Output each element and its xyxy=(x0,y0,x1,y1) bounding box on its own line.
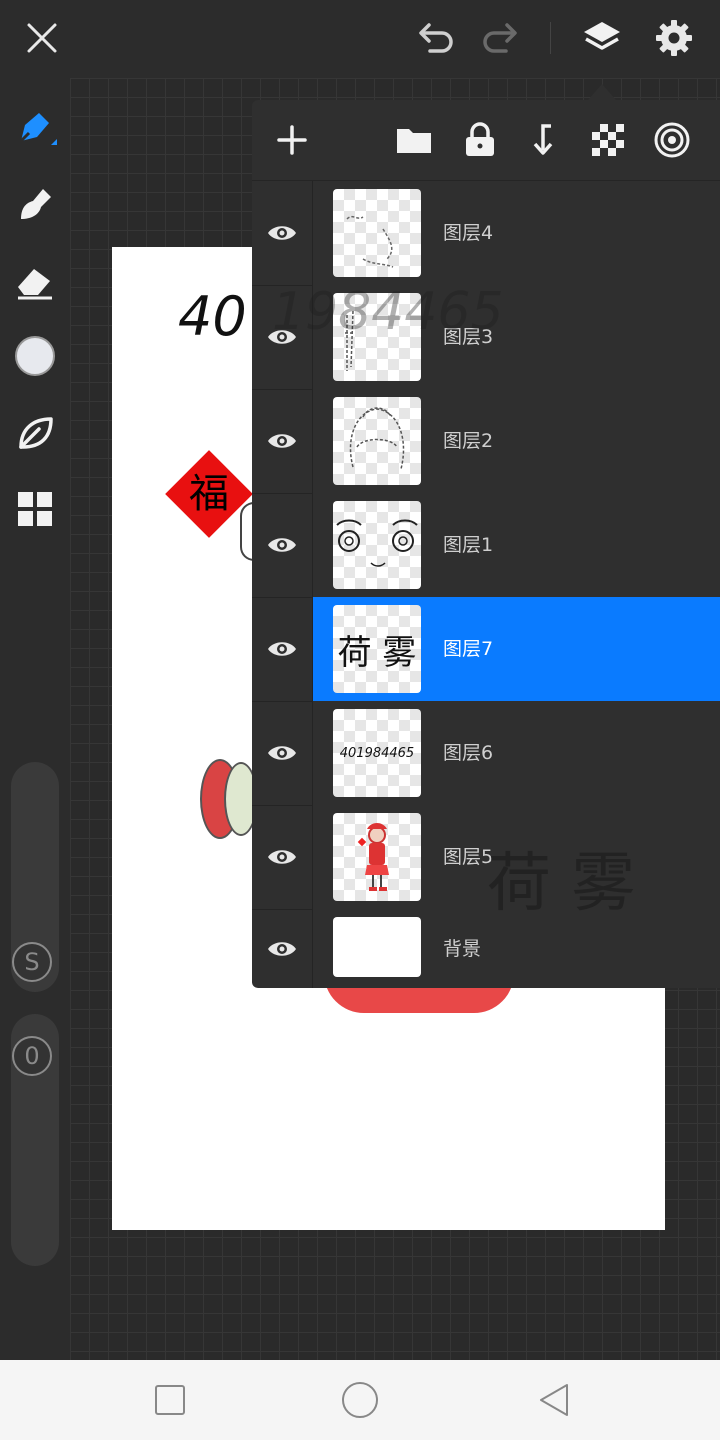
layer-name: 图层1 xyxy=(443,534,494,556)
layer-row[interactable]: 背景 xyxy=(252,909,720,988)
panel-caret xyxy=(588,84,616,100)
layer-thumbnail: 荷 雾 xyxy=(333,605,421,693)
top-bar xyxy=(0,0,720,78)
settings-icon[interactable] xyxy=(650,14,698,62)
layer-thumbnail-text: 401984465 xyxy=(339,745,415,761)
layer-name: 背景 xyxy=(443,938,482,960)
layer-thumbnail xyxy=(333,813,421,901)
eraser-tool-icon[interactable] xyxy=(10,256,60,306)
merge-down-icon[interactable] xyxy=(522,118,566,162)
add-layer-icon[interactable] xyxy=(270,118,314,162)
layer-row[interactable]: 图层5 xyxy=(252,805,720,910)
layer-thumbnail-text: 荷 雾 xyxy=(337,632,417,673)
layer-row[interactable]: 图层2 xyxy=(252,389,720,494)
visibility-eye-icon[interactable] xyxy=(252,909,313,988)
layers-icon[interactable] xyxy=(578,14,626,62)
gallery-grid-icon[interactable] xyxy=(10,484,60,534)
layer-name: 图层7 xyxy=(443,638,494,660)
folder-icon[interactable] xyxy=(392,118,436,162)
smudge-tool-icon[interactable] xyxy=(10,180,60,230)
visibility-eye-icon[interactable] xyxy=(252,389,313,493)
layer-name: 图层2 xyxy=(443,430,494,452)
back-icon[interactable] xyxy=(532,1378,576,1422)
watermark-number: 1984465 xyxy=(272,282,504,342)
layer-thumbnail xyxy=(333,501,421,589)
layer-body[interactable]: 图层2 xyxy=(313,389,720,493)
visibility-eye-icon[interactable] xyxy=(252,701,313,805)
visibility-eye-icon[interactable] xyxy=(252,805,313,909)
layers-panel: 图层4 图层3 图层2 图层1 荷 雾 图层7 401984465 图层6 图层… xyxy=(252,100,720,988)
lock-icon[interactable] xyxy=(458,118,502,162)
fu-character: 福 xyxy=(189,471,229,517)
visibility-eye-icon[interactable] xyxy=(252,493,313,597)
layers-toolbar xyxy=(252,100,720,181)
layer-thumbnail xyxy=(333,189,421,277)
layer-row[interactable]: 401984465 图层6 xyxy=(252,701,720,806)
layer-body[interactable]: 荷 雾 图层7 xyxy=(313,597,720,701)
brush-size-knob[interactable]: S xyxy=(12,942,52,982)
layer-name: 图层5 xyxy=(443,846,494,868)
layer-thumbnail xyxy=(333,917,421,977)
recent-apps-icon[interactable] xyxy=(148,1378,192,1422)
layer-body[interactable]: 图层4 xyxy=(313,181,720,285)
visibility-eye-icon[interactable] xyxy=(252,181,313,285)
layer-row-selected[interactable]: 荷 雾 图层7 xyxy=(252,597,720,702)
layer-blend-icon[interactable] xyxy=(650,118,694,162)
paper-number-text: 40 xyxy=(178,285,247,348)
leaf-brush-icon[interactable] xyxy=(10,408,60,458)
tool-sidebar: S 0 xyxy=(0,78,70,1360)
undo-icon[interactable] xyxy=(414,16,458,60)
brush-opacity-knob[interactable]: 0 xyxy=(12,1036,52,1076)
layer-name: 图层4 xyxy=(443,222,494,244)
layer-row[interactable]: 图层1 xyxy=(252,493,720,598)
home-icon[interactable] xyxy=(338,1378,382,1422)
layer-body[interactable]: 图层1 xyxy=(313,493,720,597)
system-nav-bar xyxy=(0,1360,720,1440)
layer-thumbnail xyxy=(333,397,421,485)
layer-row[interactable]: 图层4 xyxy=(252,181,720,286)
visibility-eye-icon[interactable] xyxy=(252,597,313,701)
transparency-icon[interactable] xyxy=(586,118,630,162)
close-icon[interactable] xyxy=(20,16,64,60)
pen-tool-icon[interactable] xyxy=(10,104,60,154)
layer-thumbnail: 401984465 xyxy=(333,709,421,797)
layer-name: 图层6 xyxy=(443,742,494,764)
topbar-divider xyxy=(550,22,551,54)
color-picker[interactable] xyxy=(10,331,60,381)
layer-body[interactable]: 401984465 图层6 xyxy=(313,701,720,805)
redo-icon[interactable] xyxy=(478,16,522,60)
watermark-text: 荷 雾 xyxy=(487,847,636,921)
